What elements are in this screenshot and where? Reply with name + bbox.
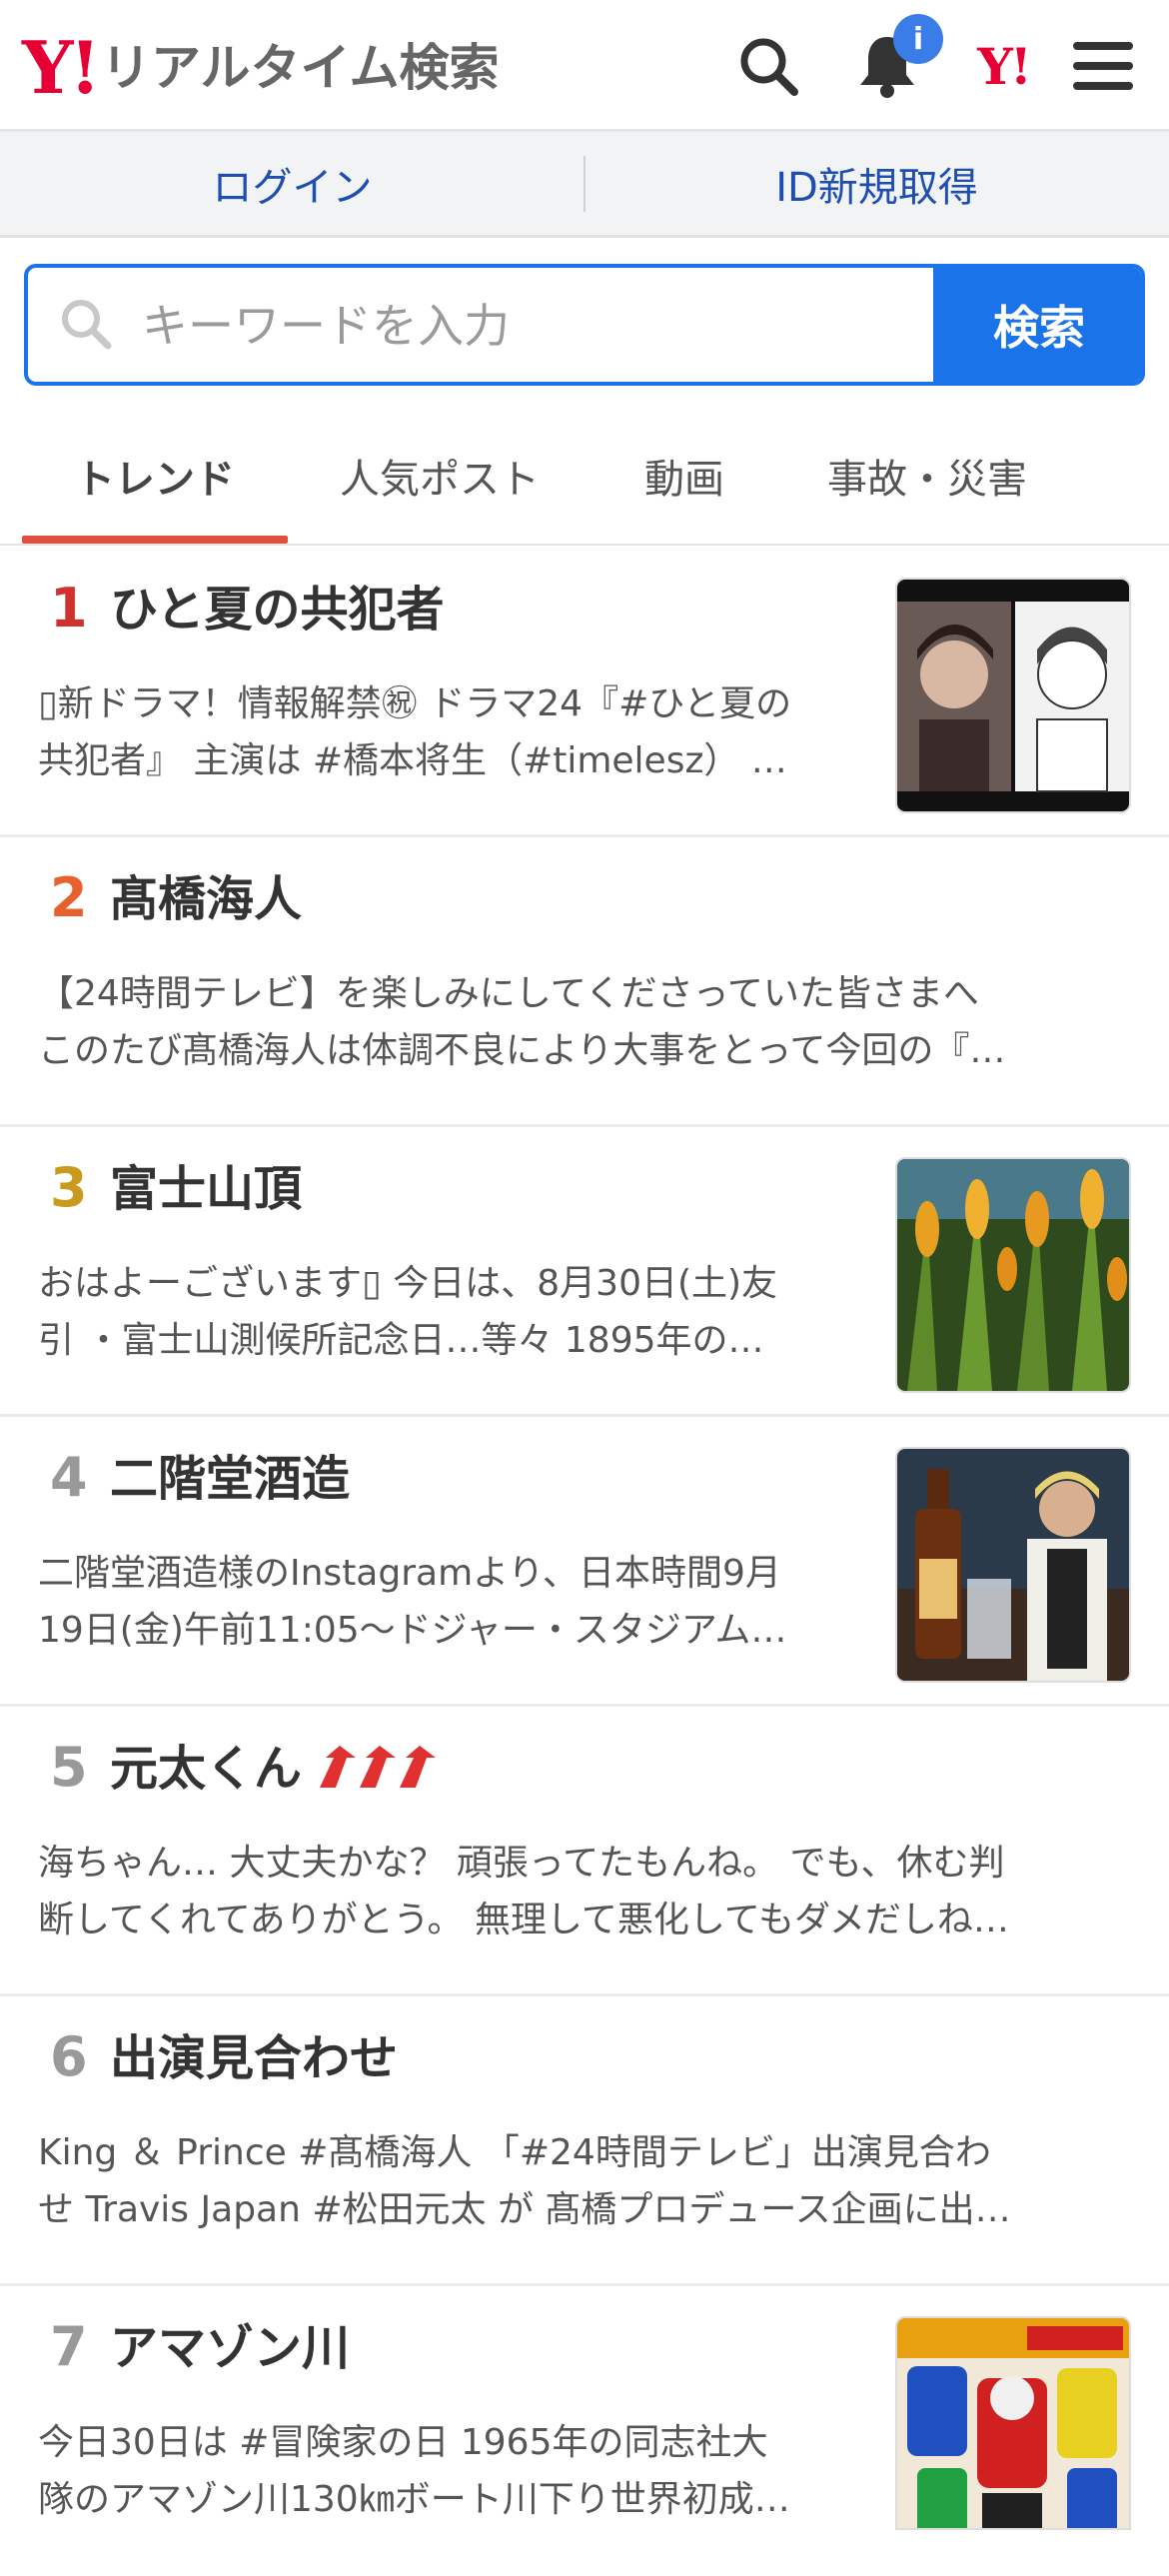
snippet-line: 今日30日は #冒険家の日 1965年の同志社大 [38,2422,768,2463]
trend-snippet: 海ちゃん… 大丈夫かな？ 頑張ってたもんね。 でも、休む判 断してくれてありがと… [38,1835,1129,1948]
trend-snippet: King ＆ Prince #髙橋海人 「#24時間テレビ」出演見合わ せ Tr… [38,2124,1129,2238]
trend-snippet: ▯新ドラマ！情報解禁㊗ ドラマ24『#ひと夏の 共犯者』 主演は #橋本将生（#… [38,675,863,789]
tab-popular-posts[interactable]: 人気ポスト [300,408,580,544]
snippet-line: 引 ・富士山測候所記念日…等々 1895年の… [38,1320,764,1361]
search-button[interactable]: 検索 [933,268,1141,382]
login-link[interactable]: ログイン [0,132,584,235]
site-logo[interactable]: Y! リアルタイム検索 [22,28,500,108]
search-icon [740,38,798,96]
tab-accidents-disasters[interactable]: 事故・災害 [789,408,1065,544]
trend-snippet: 今日30日は #冒険家の日 1965年の同志社大 隊のアマゾン川130㎞ボート川… [38,2414,863,2528]
search-icon [62,300,112,350]
comic-image [897,2318,1129,2528]
snippet-line: 【24時間テレビ】を楽しみにしてくださっていた皆さまへ [38,973,979,1014]
snippet-line: ▯新ドラマ！情報解禁㊗ ドラマ24『#ひと夏の [38,683,792,724]
trend-thumbnail[interactable] [895,1157,1131,1393]
trend-title[interactable]: 富士山頂 [110,1163,302,1216]
rank-number: 3 [50,1156,88,1219]
snippet-line: 二階堂酒造様のInstagramより、日本時間9月 [38,1553,781,1594]
header-search-button[interactable] [732,30,804,102]
trend-snippet: 二階堂酒造様のInstagramより、日本時間9月 19日(金)午前11:05〜… [38,1545,863,1659]
rank-number: 1 [50,577,88,640]
trend-title[interactable]: ひと夏の共犯者 [110,584,445,637]
snippet-line: 断してくれてありがとう。 無理して悪化してもダメだしね… [38,1900,1009,1940]
snippet-line: せ Travis Japan #松田元太 が 髙橋プロデュース企画に出… [38,2189,1011,2230]
bottle-image [897,1449,1129,1681]
snippet-line: King ＆ Prince #髙橋海人 「#24時間テレビ」出演見合わ [38,2132,991,2173]
rank-number: 6 [50,2025,88,2088]
rising-arrows-icon [316,1744,440,1801]
snippet-line: 隊のアマゾン川130㎞ボート川下り世界初成… [38,2479,790,2520]
trend-title[interactable]: アマゾン川 [110,2322,350,2375]
drama-poster-image [897,580,1129,811]
trend-item-2[interactable]: 2 髙橋海人 【24時間テレビ】を楽しみにしてくださっていた皆さまへ このたび髙… [0,837,1169,1127]
trend-title[interactable]: 二階堂酒造 [110,1453,350,1506]
snippet-line: おはよーございます▯ 今日は、8月30日(土)友 [38,1263,778,1304]
signup-link[interactable]: ID新規取得 [584,132,1169,235]
trend-snippet: おはよーございます▯ 今日は、8月30日(土)友 引 ・富士山測候所記念日…等々… [38,1255,863,1369]
yahoo-icon: Y! [977,36,1032,96]
trend-item-1[interactable]: 1 ひと夏の共犯者 ▯新ドラマ！情報解禁㊗ ドラマ24『#ひと夏の 共犯者』 主… [0,548,1169,837]
rank-number: 7 [50,2315,88,2378]
snippet-line: 19日(金)午前11:05〜ドジャー・スタジアム… [38,1610,787,1651]
trend-thumbnail[interactable] [895,578,1131,813]
trend-title[interactable]: 元太くん [110,1743,440,1800]
search-input[interactable] [140,290,903,362]
trend-item-6[interactable]: 6 出演見合わせ King ＆ Prince #髙橋海人 「#24時間テレビ」出… [0,1996,1169,2286]
trend-title-text: 元太くん [110,1741,303,1797]
rank-number: 5 [50,1736,88,1799]
snippet-line: 共犯者』 主演は #橋本将生（#timelesz） … [38,740,787,781]
login-bar: ログイン ID新規取得 [0,132,1169,238]
flowers-image [897,1159,1129,1391]
yahoo-home-link[interactable]: Y! [967,30,1039,102]
yahoo-logo-mark: Y! [22,25,101,110]
notification-button[interactable]: i [851,14,943,102]
trend-item-5[interactable]: 5 元太くん 海ちゃん… 大丈夫かな？ 頑張ってたもんね。 でも、休む判 断して… [0,1707,1169,1996]
app-header: Y! リアルタイム検索 i Y! [0,0,1169,132]
trend-item-4[interactable]: 4 二階堂酒造 二階堂酒造様のInstagramより、日本時間9月 19日(金)… [0,1417,1169,1707]
search-field [28,268,933,382]
trend-snippet: 【24時間テレビ】を楽しみにしてくださっていた皆さまへ このたび髙橋海人は体調不… [38,965,1129,1079]
trend-title[interactable]: 髙橋海人 [110,873,302,926]
trend-thumbnail[interactable] [895,1447,1131,1683]
tab-videos[interactable]: 動画 [589,408,779,544]
trend-thumbnail[interactable] [895,2316,1131,2530]
rank-number: 2 [50,866,88,929]
trend-item-7[interactable]: 7 アマゾン川 今日30日は #冒険家の日 1965年の同志社大 隊のアマゾン川… [0,2286,1169,2576]
snippet-line: 海ちゃん… 大丈夫かな？ 頑張ってたもんね。 でも、休む判 [38,1843,1005,1884]
trend-item-3[interactable]: 3 富士山頂 おはよーございます▯ 今日は、8月30日(土)友 引 ・富士山測候… [0,1127,1169,1417]
rank-number: 4 [50,1446,88,1509]
trend-title[interactable]: 出演見合わせ [110,2032,398,2085]
site-title: リアルタイム検索 [101,39,500,97]
menu-button[interactable] [1067,30,1139,102]
snippet-line: このたび髙橋海人は体調不良により大事をとって今回の『… [38,1030,1006,1071]
search-form: 検索 [24,264,1145,386]
notification-badge: i [893,14,943,64]
menu-icon [1073,42,1133,90]
active-tab-indicator [22,536,288,544]
category-tabs: トレンド 人気ポスト 動画 事故・災害 [0,408,1169,546]
tab-trend[interactable]: トレンド [22,408,288,544]
